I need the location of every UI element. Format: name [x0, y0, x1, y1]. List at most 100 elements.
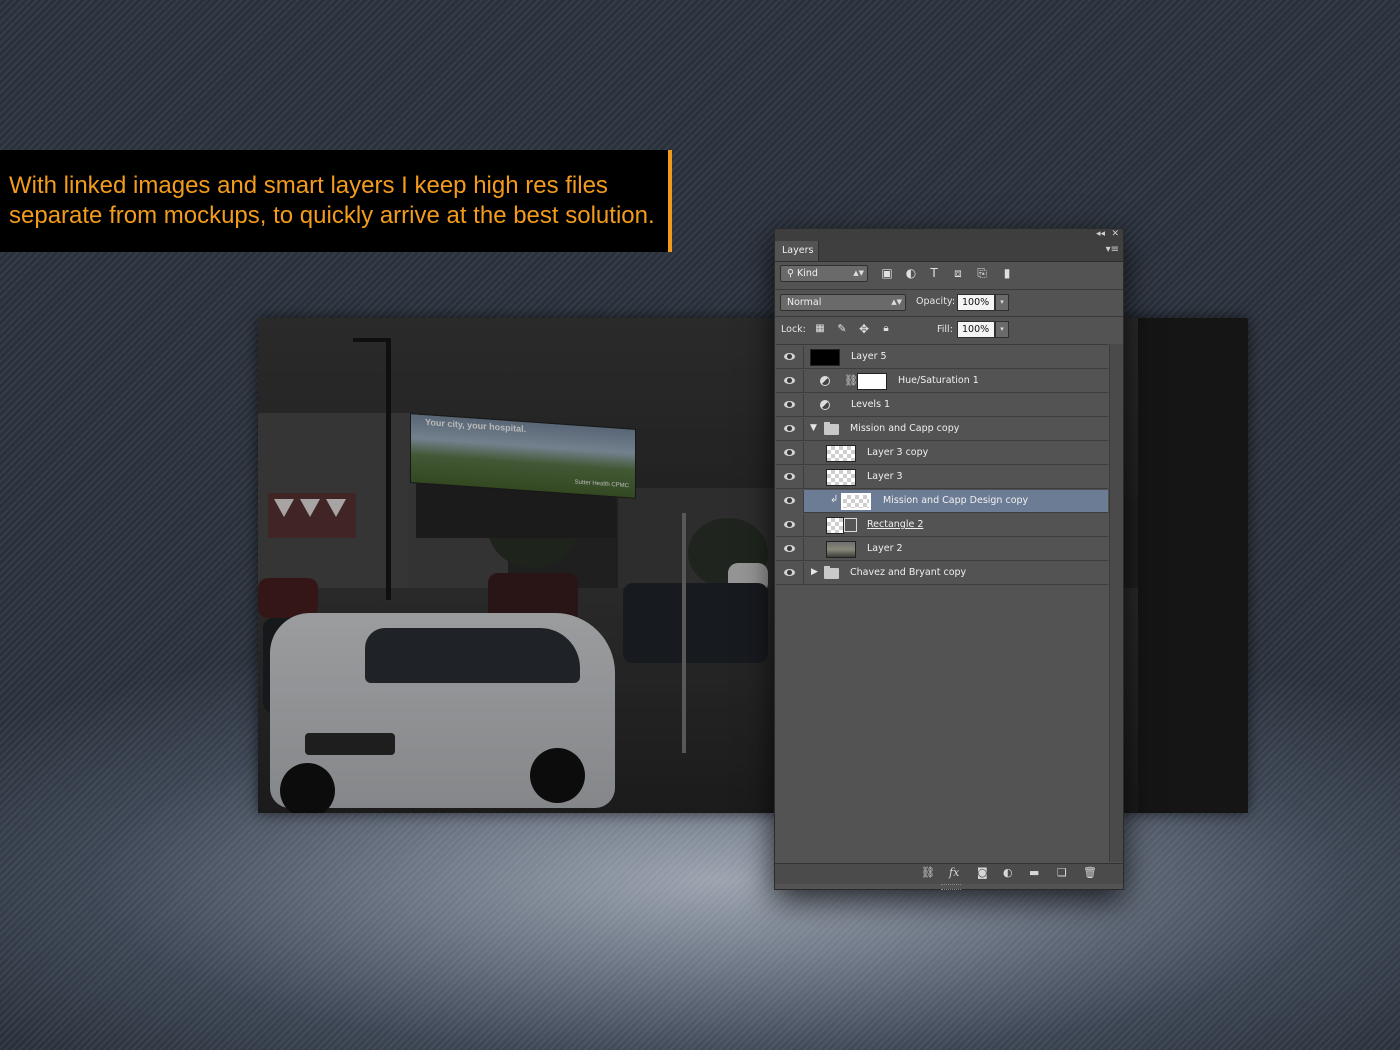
caption-line-2: separate from mockups, to quickly arrive…	[9, 202, 655, 229]
layer-group-row[interactable]: ▶ Chavez and Bryant copy	[776, 562, 1108, 585]
layer-thumbnail	[810, 349, 840, 366]
vector-shape-icon	[844, 518, 857, 532]
disclosure-closed-icon[interactable]: ▶	[811, 567, 818, 577]
eye-icon	[784, 473, 795, 480]
close-icon[interactable]: ✕	[1111, 229, 1119, 239]
layer-row[interactable]: Rectangle 2	[776, 514, 1108, 537]
blend-mode-value: Normal	[787, 297, 822, 308]
layer-name: Layer 3 copy	[867, 447, 929, 458]
smart-object-filter-icon[interactable]: ⎘	[974, 265, 990, 281]
search-icon: ⚲	[787, 268, 797, 279]
visibility-toggle[interactable]	[776, 466, 804, 489]
lock-move-icon[interactable]: ✥	[856, 321, 872, 337]
eye-icon	[784, 521, 795, 528]
layer-thumbnail	[826, 445, 856, 462]
new-adjustment-icon[interactable]: ◐	[1003, 866, 1013, 879]
delete-icon[interactable]: 🗑︎	[1083, 866, 1097, 879]
layer-row[interactable]: Levels 1	[776, 394, 1108, 417]
filter-kind-value: Kind	[796, 268, 818, 279]
opacity-field[interactable]: 100%	[957, 294, 995, 311]
lock-row: Lock: ▦ ✎ ✥ 🔒︎ Fill: 100% ▾	[775, 317, 1123, 343]
caption-line-1: With linked images and smart layers I ke…	[9, 172, 608, 199]
eye-icon	[784, 425, 795, 432]
layer-row-selected[interactable]: ↲ Mission and Capp Design copy	[776, 490, 1108, 513]
link-layers-icon[interactable]: ⛓︎	[921, 866, 935, 879]
visibility-toggle[interactable]	[776, 538, 804, 561]
panel-menu-icon[interactable]: ▾≡	[1106, 244, 1119, 255]
filter-kind-dropdown[interactable]: ⚲ Kind ▲▼	[780, 265, 868, 282]
filter-toggle-icon[interactable]: ▮	[999, 265, 1015, 281]
visibility-toggle[interactable]	[776, 394, 804, 417]
layer-name: Layer 5	[851, 351, 887, 362]
visibility-toggle[interactable]	[776, 442, 804, 465]
layers-scrollbar[interactable]	[1109, 344, 1123, 862]
add-mask-icon[interactable]: ◙	[977, 866, 988, 879]
layer-name: Hue/Saturation 1	[898, 375, 979, 386]
collapse-icon[interactable]: ◂◂	[1096, 229, 1105, 239]
lock-paint-icon[interactable]: ✎	[834, 321, 850, 337]
adjustment-filter-icon[interactable]: ◐	[903, 265, 919, 281]
new-group-icon[interactable]: ▬	[1029, 866, 1039, 879]
fx-icon[interactable]: fx	[949, 866, 959, 879]
opacity-label: Opacity:	[916, 296, 956, 307]
updown-arrows-icon: ▲▼	[891, 298, 902, 306]
layer-mask-thumbnail	[857, 373, 887, 390]
layer-name: Mission and Capp copy	[850, 423, 960, 434]
layer-thumbnail	[826, 469, 856, 486]
folder-icon	[824, 566, 839, 579]
chain-link-icon[interactable]: ⛓︎	[844, 374, 858, 387]
layer-row[interactable]: Layer 3	[776, 466, 1108, 489]
layer-row[interactable]: Layer 5	[776, 346, 1108, 369]
visibility-toggle[interactable]	[776, 370, 804, 393]
layer-group-row[interactable]: ▼ Mission and Capp copy	[776, 418, 1108, 441]
type-filter-icon[interactable]: T	[926, 265, 942, 281]
layer-name: Layer 2	[867, 543, 903, 554]
fill-label: Fill:	[937, 324, 953, 335]
layer-name: Chavez and Bryant copy	[850, 567, 967, 578]
panel-tabs: Layers ▾≡	[775, 241, 1123, 262]
visibility-toggle[interactable]	[776, 562, 804, 585]
layer-row[interactable]: Layer 3 copy	[776, 442, 1108, 465]
visibility-toggle[interactable]	[776, 514, 804, 537]
eye-icon	[784, 569, 795, 576]
opacity-dropdown-button[interactable]: ▾	[995, 294, 1009, 311]
resize-grip[interactable]	[941, 884, 961, 890]
eye-icon	[784, 353, 795, 360]
visibility-toggle[interactable]	[776, 346, 804, 369]
tab-layers[interactable]: Layers	[775, 241, 819, 261]
layer-name: Mission and Capp Design copy	[883, 495, 1029, 506]
adjustment-icon	[820, 376, 830, 386]
image-filter-icon[interactable]: ▣	[879, 265, 895, 281]
adjustment-icon	[820, 400, 830, 410]
layers-list: Layer 5 ⛓︎ Hue/Saturation 1 Levels 1 ▼ M…	[776, 344, 1108, 863]
layer-name: Layer 3	[867, 471, 903, 482]
fill-field[interactable]: 100%	[957, 321, 995, 338]
layer-row[interactable]: ⛓︎ Hue/Saturation 1	[776, 370, 1108, 393]
visibility-toggle[interactable]	[776, 418, 804, 441]
lock-transparent-icon[interactable]: ▦	[812, 321, 828, 337]
lock-all-icon[interactable]: 🔒︎	[878, 321, 894, 337]
eye-icon	[784, 545, 795, 552]
layer-row[interactable]: Layer 2	[776, 538, 1108, 561]
layers-panel: ◂◂ ✕ Layers ▾≡ ⚲ Kind ▲▼ ▣ ◐ T ⧈ ⎘ ▮ Nor…	[774, 228, 1124, 890]
updown-arrows-icon: ▲▼	[853, 269, 864, 277]
lock-label: Lock:	[781, 324, 806, 335]
smart-object-thumbnail	[841, 493, 871, 510]
fill-dropdown-button[interactable]: ▾	[995, 321, 1009, 338]
caption-banner: With linked images and smart layers I ke…	[0, 150, 672, 252]
blend-row: Normal ▲▼ Opacity: 100% ▾	[775, 290, 1123, 316]
eye-icon	[784, 377, 795, 384]
layer-name: Rectangle 2	[867, 519, 924, 530]
blend-mode-dropdown[interactable]: Normal ▲▼	[780, 294, 906, 311]
layer-thumbnail	[826, 541, 856, 558]
new-layer-icon[interactable]: ❏	[1057, 866, 1067, 879]
filter-row: ⚲ Kind ▲▼ ▣ ◐ T ⧈ ⎘ ▮	[775, 263, 1123, 289]
visibility-toggle[interactable]	[776, 490, 804, 513]
layer-name: Levels 1	[851, 399, 891, 410]
disclosure-open-icon[interactable]: ▼	[810, 423, 817, 433]
layer-thumbnail	[826, 517, 844, 534]
panel-bottom-bar: ⛓︎ fx ◙ ◐ ▬ ❏ 🗑︎	[775, 863, 1123, 884]
shape-filter-icon[interactable]: ⧈	[950, 265, 966, 281]
eye-icon	[784, 497, 795, 504]
eye-icon	[784, 449, 795, 456]
